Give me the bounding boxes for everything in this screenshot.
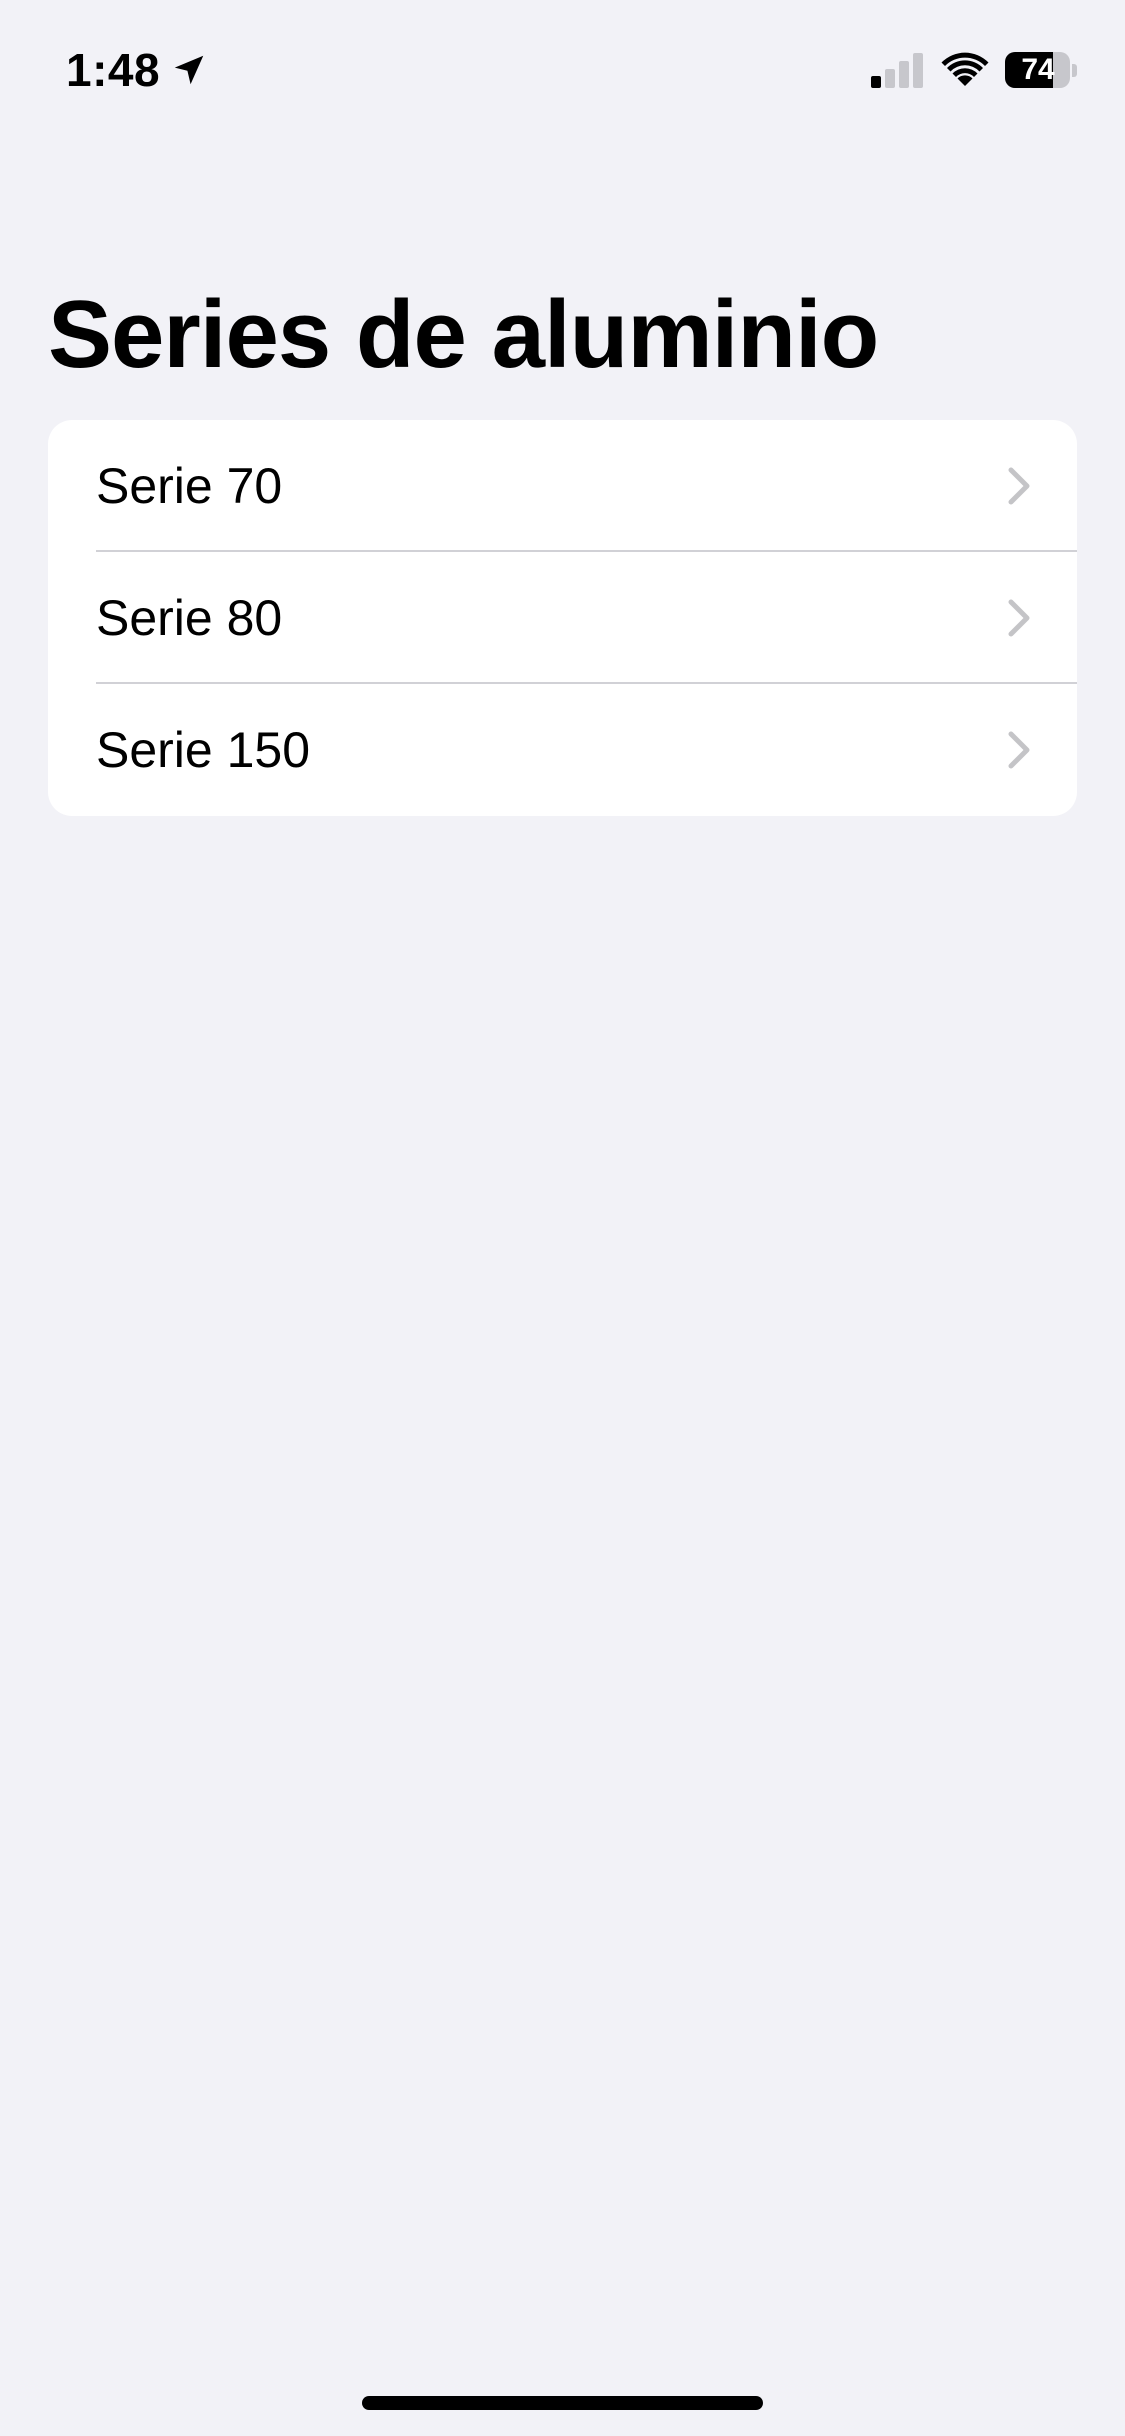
home-indicator[interactable] — [362, 2396, 763, 2410]
chevron-right-icon — [1008, 731, 1030, 769]
status-time: 1:48 — [66, 44, 161, 96]
page-title: Series de aluminio — [48, 281, 879, 388]
list-item-label: Serie 150 — [96, 722, 311, 778]
status-time-group: 1:48 — [66, 40, 208, 100]
list-item-serie-70[interactable]: Serie 70 — [48, 420, 1077, 552]
list-item-label: Serie 70 — [96, 458, 283, 514]
status-bar: 1:48 74 — [0, 0, 1125, 140]
series-list: Serie 70 Serie 80 Serie 150 — [48, 420, 1077, 816]
battery-body: 74 — [1005, 52, 1071, 88]
list-item-label: Serie 80 — [96, 590, 283, 646]
list-item-serie-150[interactable]: Serie 150 — [48, 684, 1077, 816]
battery-cap — [1072, 63, 1077, 77]
wifi-icon — [941, 52, 989, 86]
status-indicators: 74 — [871, 48, 1077, 92]
cellular-signal-icon — [871, 53, 923, 88]
location-arrow-icon — [174, 55, 204, 85]
screen: 1:48 74 Series de aluminio Serie 70 Seri… — [0, 0, 1125, 2436]
chevron-right-icon — [1008, 467, 1030, 505]
chevron-right-icon — [1008, 599, 1030, 637]
battery-icon: 74 — [1005, 51, 1077, 89]
battery-percent: 74 — [1021, 53, 1055, 86]
list-item-serie-80[interactable]: Serie 80 — [48, 552, 1077, 684]
